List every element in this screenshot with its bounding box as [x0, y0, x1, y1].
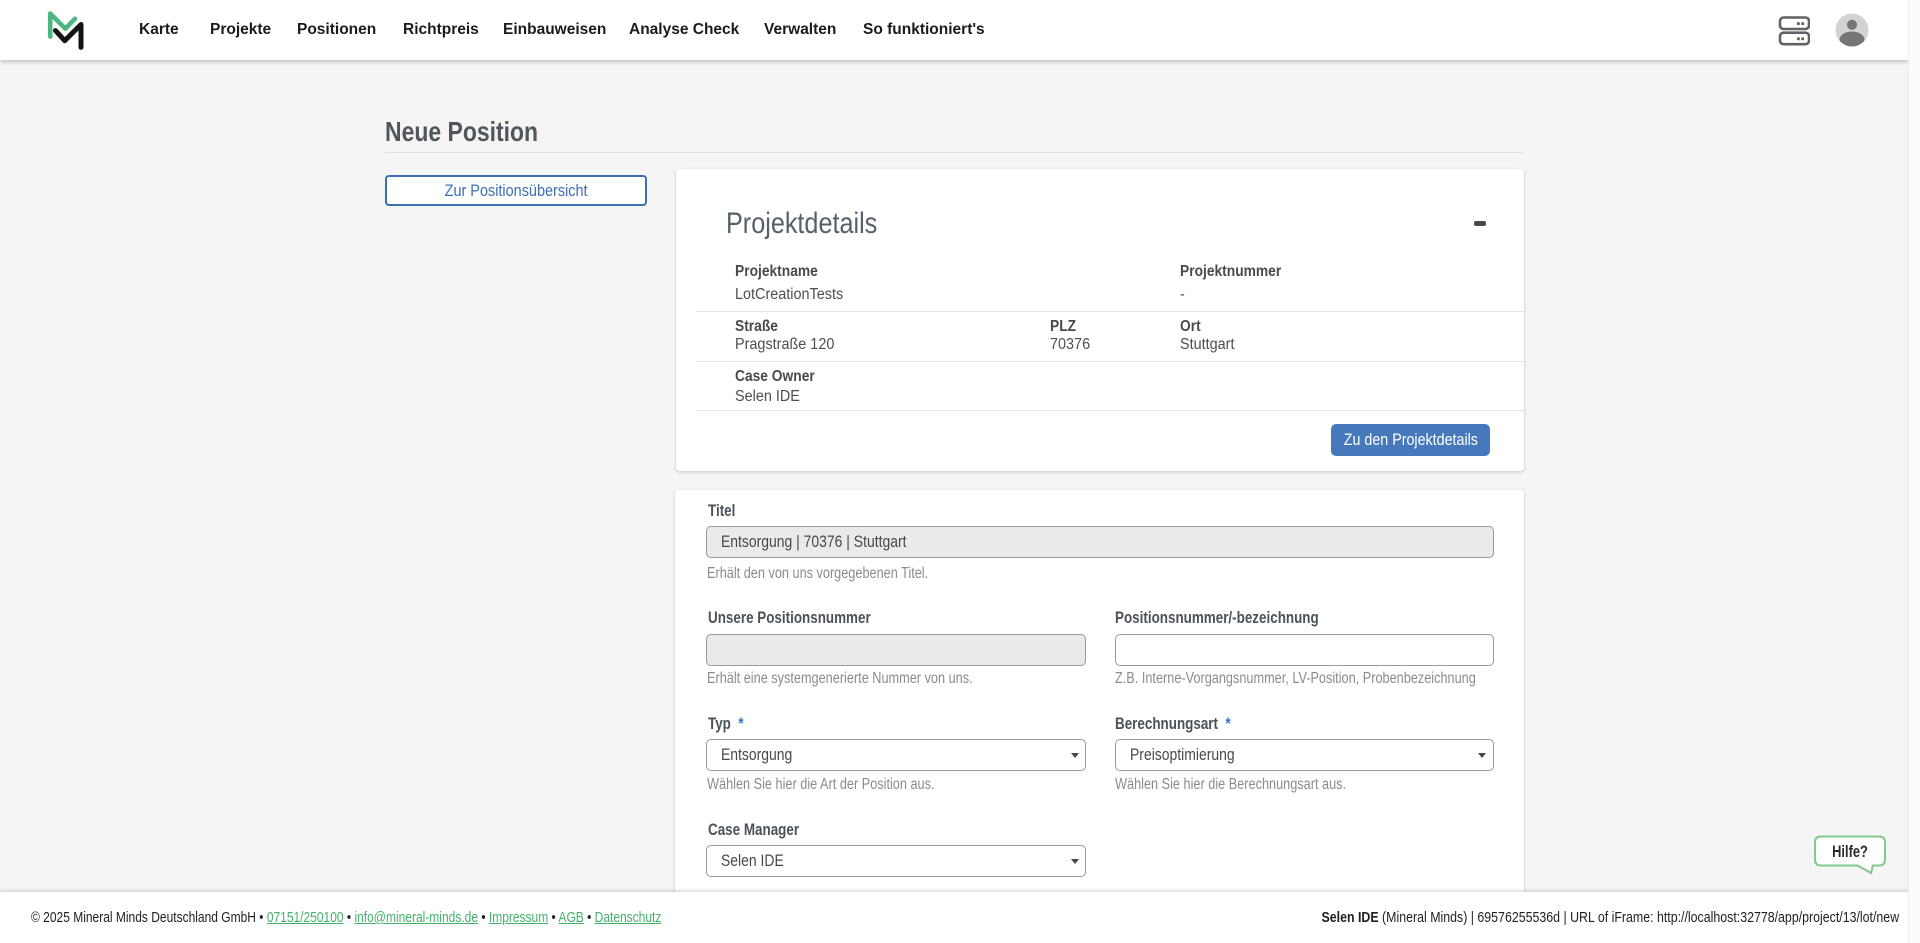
svg-text:Hilfe?: Hilfe?	[1832, 843, 1868, 861]
